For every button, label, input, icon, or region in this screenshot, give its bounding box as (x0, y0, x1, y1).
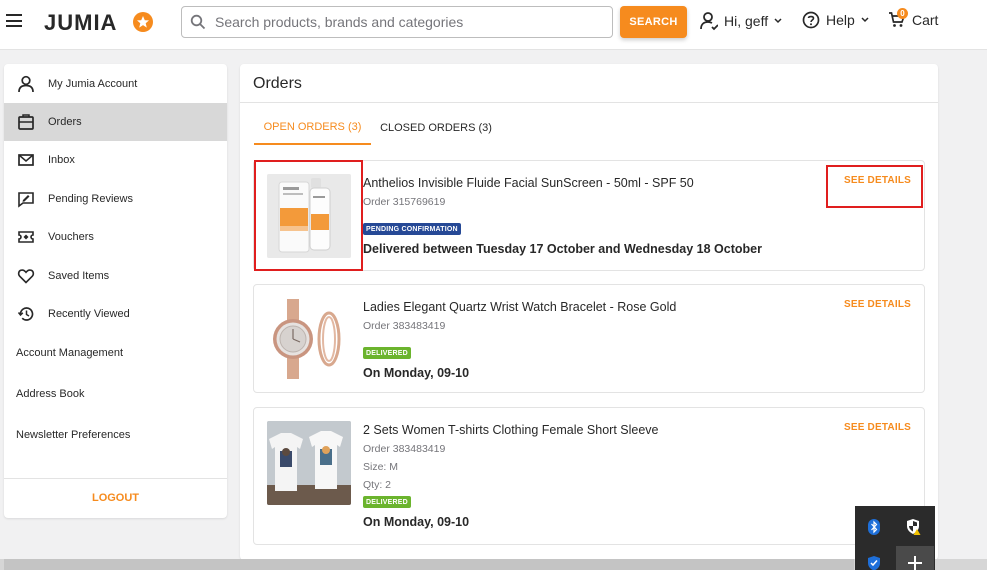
page-title: Orders (253, 75, 302, 92)
order-card[interactable]: Ladies Elegant Quartz Wrist Watch Bracel… (253, 284, 925, 393)
sidebar-item-recently-viewed[interactable]: Recently Viewed (4, 295, 227, 333)
account-sidebar: My Jumia Account Orders Inbox Pending Re… (4, 64, 227, 518)
logout-button[interactable]: LOGOUT (4, 492, 227, 504)
account-menu[interactable]: Hi, geff (700, 11, 782, 31)
sidebar-item-newsletter-preferences[interactable]: Newsletter Preferences (16, 429, 130, 441)
logo-star-icon (133, 12, 153, 32)
title-divider (240, 102, 938, 103)
account-icon (700, 12, 718, 31)
help-label: Help (826, 12, 855, 28)
review-icon (18, 192, 34, 208)
voucher-icon (18, 231, 34, 243)
system-tray-popup (855, 506, 935, 570)
order-product-name[interactable]: 2 Sets Women T-shirts Clothing Female Sh… (363, 423, 659, 437)
account-label: Hi, geff (724, 13, 769, 29)
sidebar-item-label: Saved Items (48, 270, 110, 282)
delivery-date: Delivered between Tuesday 17 October and… (363, 242, 762, 256)
highlight-product-image (254, 160, 363, 271)
status-badge: PENDING CONFIRMATION (363, 223, 461, 235)
status-badge: DELIVERED (363, 496, 411, 508)
search-button[interactable]: SEARCH (620, 6, 687, 38)
history-icon (17, 307, 34, 321)
highlight-see-details (826, 165, 923, 208)
help-icon (802, 11, 820, 29)
sidebar-item-orders[interactable]: Orders (4, 103, 227, 141)
help-menu[interactable]: Help (802, 11, 869, 29)
cart-label: Cart (912, 12, 939, 28)
security-shield-icon[interactable] (895, 510, 933, 544)
sidebar-item-label: Inbox (48, 154, 75, 166)
heart-icon (17, 269, 35, 284)
sidebar-divider (4, 478, 227, 479)
person-icon (18, 75, 34, 93)
sidebar-item-label: My Jumia Account (48, 78, 138, 90)
chevron-down-icon (861, 17, 869, 23)
order-number: Order 383483419 (363, 320, 446, 332)
order-number: Order 383483419 (363, 443, 446, 455)
sidebar-item-account-management[interactable]: Account Management (16, 347, 123, 359)
chevron-down-icon (774, 18, 782, 24)
menu-icon[interactable] (6, 14, 22, 27)
cart-count-badge: 0 (897, 8, 908, 19)
see-details-link[interactable]: SEE DETAILS (844, 422, 911, 433)
search-icon (190, 14, 206, 30)
sidebar-item-label: Recently Viewed (48, 308, 130, 320)
sidebar-item-saved-items[interactable]: Saved Items (4, 257, 227, 295)
mail-icon (18, 154, 34, 166)
sidebar-item-address-book[interactable]: Address Book (16, 388, 84, 400)
sidebar-item-label: Orders (48, 116, 82, 128)
product-image-tshirts[interactable] (267, 421, 351, 505)
sidebar-item-inbox[interactable]: Inbox (4, 141, 227, 179)
tab-open-orders[interactable]: OPEN ORDERS (3) (254, 111, 371, 145)
cart-link[interactable]: 0 Cart (888, 8, 939, 29)
see-details-link[interactable]: SEE DETAILS (844, 299, 911, 310)
product-image-watch[interactable] (267, 297, 351, 381)
sidebar-item-vouchers[interactable]: Vouchers (4, 218, 227, 256)
order-product-name[interactable]: Anthelios Invisible Fluide Facial SunScr… (363, 176, 694, 190)
order-number: Order 315769619 (363, 196, 446, 208)
orders-icon (18, 114, 34, 130)
tab-closed-orders[interactable]: CLOSED ORDERS (3) (371, 111, 501, 145)
sidebar-item-label: Pending Reviews (48, 193, 133, 205)
top-header: JUMIA SEARCH Hi, geff Help 0 Cart (0, 0, 987, 50)
search-input[interactable] (215, 12, 605, 32)
defender-icon[interactable] (855, 546, 893, 570)
search-box (181, 6, 613, 38)
order-size: Size: M (363, 461, 399, 473)
scrollbar-thumb[interactable] (4, 559, 854, 570)
order-product-name[interactable]: Ladies Elegant Quartz Wrist Watch Bracel… (363, 300, 676, 314)
jumia-logo[interactable]: JUMIA (44, 10, 117, 36)
horizontal-scrollbar[interactable] (0, 559, 987, 570)
bluetooth-icon[interactable] (855, 510, 893, 544)
sidebar-item-my-account[interactable]: My Jumia Account (4, 65, 227, 103)
order-card[interactable]: 2 Sets Women T-shirts Clothing Female Sh… (253, 407, 925, 545)
orders-panel: Orders OPEN ORDERS (3) CLOSED ORDERS (3)… (240, 64, 938, 560)
add-icon[interactable] (896, 546, 934, 570)
delivery-date: On Monday, 09-10 (363, 515, 470, 529)
sidebar-item-pending-reviews[interactable]: Pending Reviews (4, 180, 227, 218)
order-quantity: Qty: 2 (363, 479, 392, 491)
delivery-date: On Monday, 09-10 (363, 366, 470, 380)
status-badge: DELIVERED (363, 347, 411, 359)
sidebar-item-label: Vouchers (48, 231, 94, 243)
